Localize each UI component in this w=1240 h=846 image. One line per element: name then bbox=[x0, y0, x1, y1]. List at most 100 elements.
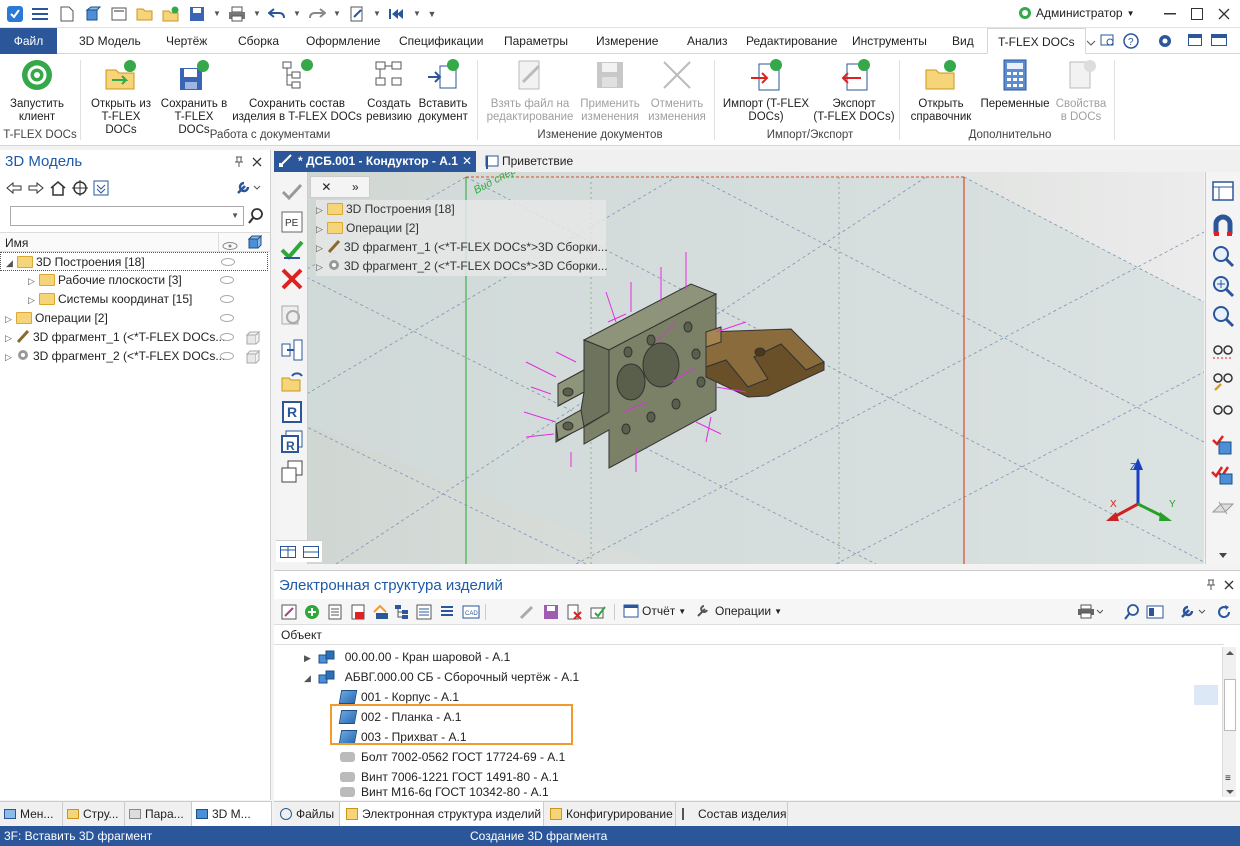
tab-configuration[interactable]: Конфигурирование bbox=[544, 802, 676, 826]
double-check-cube-icon[interactable] bbox=[1211, 462, 1235, 486]
dropdown-icon[interactable]: ▼ bbox=[412, 3, 422, 25]
expand-overlay-icon[interactable]: » bbox=[352, 180, 359, 194]
tree-structure-icon[interactable] bbox=[394, 604, 410, 620]
pin-icon[interactable] bbox=[1206, 579, 1216, 594]
new-3d-icon[interactable] bbox=[82, 3, 104, 25]
edi-row-bolt[interactable]: Болт 7002-0562 ГОСТ 17724-69 - А.1 bbox=[340, 747, 565, 767]
variables-button[interactable]: Переменные bbox=[978, 58, 1052, 111]
tab-parameters-panel[interactable]: Пара... bbox=[125, 802, 192, 826]
open-from-docs-button[interactable]: Открыть из T-FLEX DOCs bbox=[85, 58, 157, 137]
edit-document-icon[interactable] bbox=[346, 3, 368, 25]
visibility-icon[interactable] bbox=[220, 295, 234, 303]
list-icon[interactable] bbox=[439, 604, 455, 620]
search-icon[interactable] bbox=[248, 208, 264, 227]
chevron-down-icon[interactable]: ▼ bbox=[231, 211, 239, 220]
overlay-item-fragment-2[interactable]: ▷ 3D фрагмент_2 (<*T-FLEX DOCs*>3D Сборки… bbox=[316, 257, 608, 276]
minimize-icon[interactable] bbox=[1160, 4, 1180, 24]
collapse-caret-icon[interactable]: ◢ bbox=[304, 668, 312, 688]
tab-structure[interactable]: Стру... bbox=[63, 802, 125, 826]
expand-caret-icon[interactable]: ▷ bbox=[5, 329, 13, 348]
export-button[interactable]: Экспорт (T-FLEX DOCs) bbox=[812, 58, 896, 124]
dropdown-icon[interactable]: ▼ bbox=[292, 3, 302, 25]
body-header-icon[interactable] bbox=[247, 234, 263, 252]
print-dropdown-icon[interactable] bbox=[1077, 604, 1103, 620]
edit-pencil-icon[interactable] bbox=[519, 604, 535, 620]
parameters-icon[interactable]: PE bbox=[280, 210, 304, 234]
visibility-header-icon[interactable] bbox=[222, 239, 238, 253]
doc-tab-assembly[interactable]: * ДСБ.001 - Кондуктор - А.1 ✕ bbox=[274, 151, 476, 172]
edi-row-ball-valve[interactable]: ▶ 00.00.00 - Кран шаровой - А.1 bbox=[304, 647, 510, 667]
doc-tab-welcome[interactable]: Приветствие bbox=[478, 151, 588, 172]
save-to-docs-button[interactable]: Сохранить в T-FLEX DOCs bbox=[158, 58, 230, 137]
user-menu[interactable]: Администратор ▼ bbox=[1018, 6, 1135, 20]
redo-icon[interactable] bbox=[306, 3, 328, 25]
dropdown-icon[interactable]: ▼ bbox=[372, 3, 382, 25]
tab-files[interactable]: Файлы bbox=[274, 802, 340, 826]
column-object[interactable]: Объект bbox=[274, 626, 1224, 645]
save-icon[interactable] bbox=[186, 3, 208, 25]
operations-dropdown[interactable]: Операции ▼ bbox=[696, 604, 782, 618]
tree-item-operations[interactable]: ▷ Операции [2] bbox=[0, 309, 268, 328]
tab-menu[interactable]: Мен... bbox=[0, 802, 63, 826]
scroll-down-icon[interactable] bbox=[1223, 787, 1237, 797]
tab-view[interactable]: Вид bbox=[950, 28, 976, 54]
undo-icon[interactable] bbox=[266, 3, 288, 25]
create-revision-button[interactable]: Создать ревизию bbox=[362, 58, 416, 124]
document-list-icon[interactable] bbox=[327, 604, 343, 620]
window-mode-icon[interactable] bbox=[1188, 34, 1202, 49]
open-file-icon[interactable] bbox=[280, 370, 304, 394]
preview-icon[interactable] bbox=[280, 304, 304, 328]
open-docs-icon[interactable] bbox=[160, 3, 182, 25]
add-green-icon[interactable] bbox=[304, 604, 320, 620]
copy-layers-icon[interactable] bbox=[280, 460, 304, 484]
tab-specifications[interactable]: Спецификации bbox=[397, 28, 485, 54]
cancel-red-x-icon[interactable] bbox=[280, 267, 304, 291]
tab-edi[interactable]: Электронная структура изделий bbox=[340, 802, 544, 826]
tab-design[interactable]: Оформление bbox=[304, 28, 382, 54]
new-drawing-icon[interactable] bbox=[108, 3, 130, 25]
glasses-pencil-icon[interactable] bbox=[1211, 368, 1235, 392]
edi-row-screw-2[interactable]: Винт M16-6g ГОСТ 10342-80 - А.1 bbox=[340, 785, 549, 797]
tab-tools[interactable]: Инструменты bbox=[850, 28, 929, 54]
import-button[interactable]: Импорт (T-FLEX DOCs) bbox=[718, 58, 814, 124]
single-view-icon[interactable] bbox=[302, 545, 319, 558]
tree-item-coordinate-systems[interactable]: ▷ Системы координат [15] bbox=[0, 290, 268, 309]
help-icon[interactable]: ? bbox=[1123, 33, 1139, 52]
scroll-down-icon[interactable] bbox=[1218, 552, 1228, 560]
visibility-icon[interactable] bbox=[220, 276, 234, 284]
print-icon[interactable] bbox=[226, 3, 248, 25]
settings-icon[interactable] bbox=[1157, 33, 1173, 52]
overlay-item-operations[interactable]: ▷ Операции [2] bbox=[316, 219, 606, 238]
overlay-item-constructions[interactable]: ▷ 3D Построения [18] bbox=[316, 200, 606, 219]
new-document-icon[interactable] bbox=[56, 3, 78, 25]
expand-caret-icon[interactable]: ▶ bbox=[304, 648, 312, 668]
tab-file[interactable]: Файл bbox=[0, 28, 57, 54]
overlay-item-fragment-1[interactable]: ▷ 3D фрагмент_1 (<*T-FLEX DOCs*>3D Сборки… bbox=[316, 238, 608, 257]
layout-icon[interactable] bbox=[1211, 34, 1227, 49]
pin-icon[interactable] bbox=[234, 156, 244, 171]
document-red-icon[interactable] bbox=[350, 604, 366, 620]
edi-scrollbar[interactable]: ≡ bbox=[1222, 647, 1236, 797]
tab-parameters[interactable]: Параметры bbox=[502, 28, 570, 54]
menu-lines-icon[interactable]: ≡ bbox=[1225, 773, 1231, 784]
3d-viewport[interactable]: Вид спереди bbox=[276, 172, 1204, 564]
open-folder-icon[interactable] bbox=[134, 3, 156, 25]
glasses-view-icon[interactable] bbox=[1211, 338, 1235, 362]
launch-client-button[interactable]: Запустить клиент bbox=[5, 58, 69, 124]
tab-3d-model[interactable]: 3D Модель bbox=[77, 28, 143, 54]
collapse-ribbon-icon[interactable] bbox=[1086, 36, 1096, 50]
report-dropdown[interactable]: Отчёт ▼ bbox=[623, 604, 686, 618]
filter-icon[interactable] bbox=[93, 180, 109, 199]
save-edi-icon[interactable] bbox=[543, 604, 559, 620]
structure-tool-icon[interactable] bbox=[281, 604, 297, 620]
tree-search-input[interactable]: ▼ bbox=[10, 206, 244, 226]
apply-changes-button[interactable]: Применить изменения bbox=[576, 58, 644, 124]
zoom-fit-icon[interactable] bbox=[1211, 304, 1235, 328]
close-overlay-icon[interactable]: ✕ bbox=[321, 180, 331, 194]
scrollbar-thumb[interactable] bbox=[1224, 679, 1236, 731]
layout-grid-icon[interactable] bbox=[1211, 180, 1235, 204]
confirm-check-icon[interactable] bbox=[280, 180, 304, 204]
settings-wrench-icon[interactable] bbox=[236, 180, 262, 199]
first-page-icon[interactable] bbox=[386, 3, 408, 25]
dropdown-icon[interactable]: ▼ bbox=[212, 3, 222, 25]
